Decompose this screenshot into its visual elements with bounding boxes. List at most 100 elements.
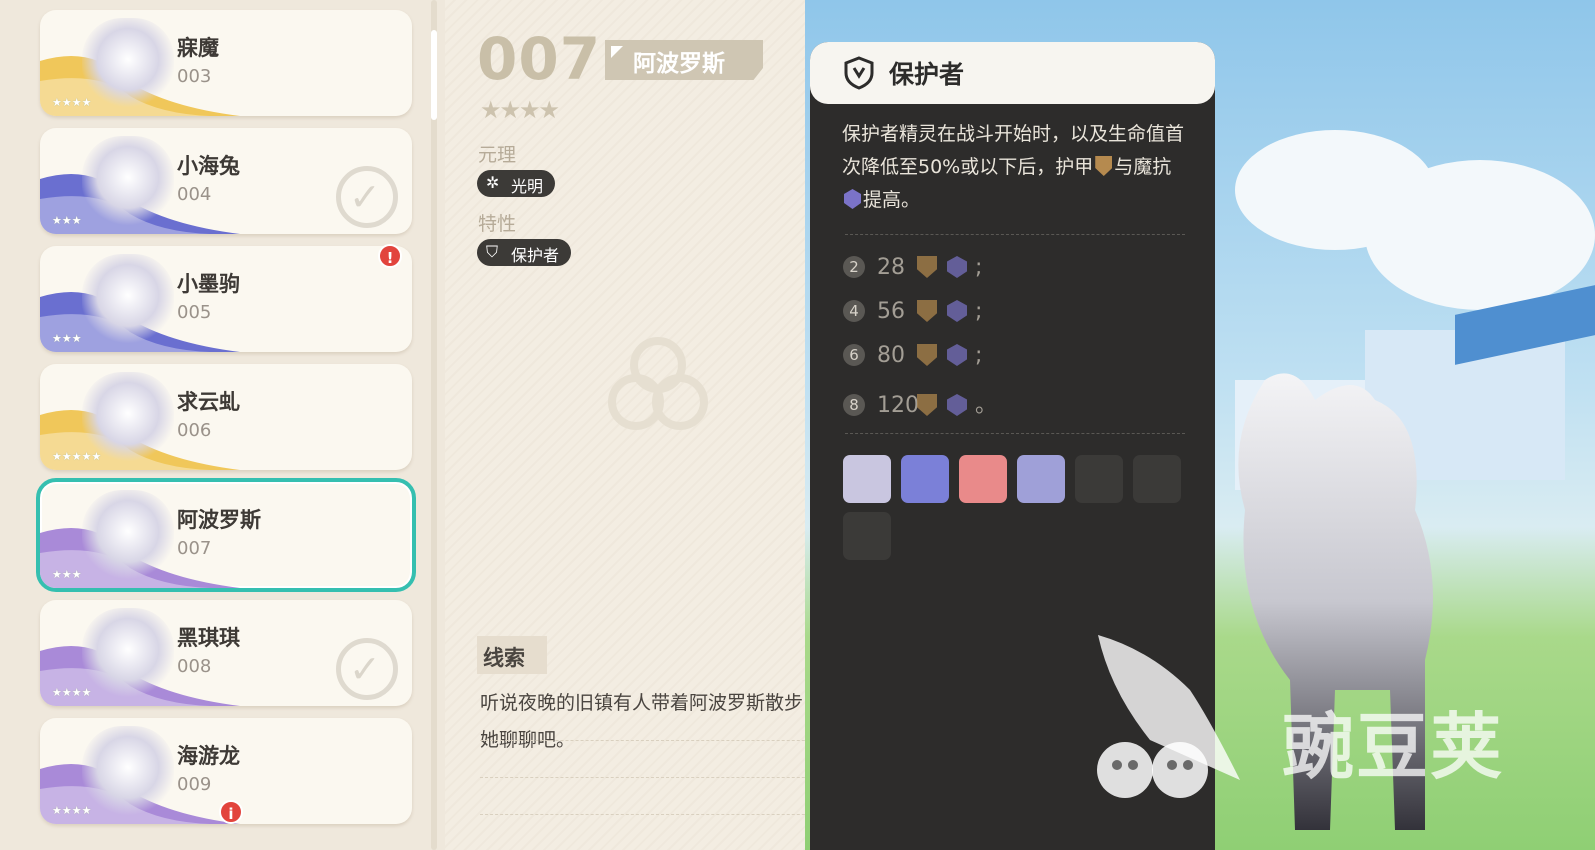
creature-name: 小海兔 [177, 154, 240, 178]
list-scrollbar[interactable] [431, 0, 437, 850]
creature-number: 008 [177, 656, 212, 677]
armor-icon [917, 300, 937, 322]
list-scrollbar-thumb[interactable] [431, 30, 437, 120]
member-thumbnail[interactable] [1017, 455, 1065, 503]
cloud [1365, 160, 1595, 310]
clue-divider [480, 777, 840, 778]
tooltip-divider [845, 433, 1185, 434]
tier-value: 120 [877, 393, 919, 418]
creature-name: 寐魔 [177, 36, 219, 60]
trait-value: 保护者 [511, 246, 560, 265]
tooltip-divider [845, 234, 1185, 235]
tier-count: 8 [843, 394, 865, 416]
magic-resist-icon [947, 256, 967, 278]
tier-count: 2 [843, 256, 865, 278]
tooltip-header [810, 42, 1215, 104]
light-icon: ✲ [486, 173, 500, 192]
element-value: 光明 [511, 177, 544, 196]
desc-text: 与魔抗 [1114, 156, 1172, 178]
tier-value: 56 [877, 299, 905, 324]
trait-label: 特性 [478, 213, 517, 235]
creature-card[interactable]: ★★★★ 寐魔 003 [40, 10, 412, 116]
clue-title: 线索 [477, 636, 547, 674]
card-stars: ★★★ [52, 332, 82, 345]
creature-name: 海游龙 [177, 744, 240, 768]
tier-count: 4 [843, 300, 865, 322]
tooltip-title: 保护者 [889, 60, 965, 89]
card-stars: ★★★★ [52, 96, 92, 109]
magic-resist-icon [844, 189, 861, 209]
collected-check-icon: ✓ [336, 166, 398, 228]
collected-check-icon: ✓ [336, 638, 398, 700]
magic-resist-icon [947, 394, 967, 416]
creature-name: 求云虬 [177, 390, 240, 414]
member-thumbnail[interactable] [1133, 455, 1181, 503]
creature-card[interactable]: ★★★★★ 求云虬 006 [40, 364, 412, 470]
creature-portrait [82, 254, 174, 346]
creature-card[interactable]: ★★★ 小墨驹 005 [40, 246, 412, 352]
desc-text: 提高。 [863, 189, 921, 211]
trait-pill[interactable]: ⛉ 保护者 [477, 239, 572, 266]
watermark-text: 豌豆荚 [1282, 705, 1505, 789]
card-stars: ★★★★★ [52, 450, 102, 463]
emblem-watermark-icon [608, 337, 708, 430]
creature-card[interactable]: ★★★★ 黑琪琪 008 ✓ [40, 600, 412, 706]
member-thumbnail[interactable] [843, 455, 891, 503]
creature-name: 阿波罗斯 [177, 508, 261, 532]
member-thumbnail[interactable] [1075, 455, 1123, 503]
info-badge-icon[interactable]: i [219, 800, 243, 824]
armor-icon [917, 394, 937, 416]
clue-divider [480, 814, 840, 815]
element-label: 元理 [478, 144, 517, 166]
member-thumbnail[interactable] [901, 455, 949, 503]
element-pill[interactable]: ✲ 光明 [477, 170, 556, 197]
card-stars: ★★★★ [52, 686, 92, 699]
creature-number: 007 [177, 538, 212, 559]
card-stars: ★★★ [52, 214, 82, 227]
tier-value: 28 [877, 255, 905, 280]
tier-end: ; [975, 255, 983, 280]
creature-card[interactable]: ★★★ 小海兔 004 ✓ [40, 128, 412, 234]
tier-end: ; [975, 299, 983, 324]
creature-portrait [82, 136, 174, 228]
creature-card[interactable]: ★★★ 阿波罗斯 007 [36, 478, 416, 592]
watermark-logo-icon [1097, 635, 1240, 798]
creature-portrait [82, 726, 174, 818]
armor-icon [1095, 156, 1113, 176]
creature-number: 007 [477, 25, 602, 93]
card-stars: ★★★★ [52, 804, 92, 817]
clue-text: 听说夜晚的旧镇有人带着阿波罗斯散步，去找她聊聊吧。 [480, 692, 861, 751]
armor-icon [917, 256, 937, 278]
creature-portrait [82, 490, 174, 582]
creature-name-tag: 阿波罗斯 [605, 40, 763, 80]
alert-badge-icon[interactable]: ! [378, 244, 402, 268]
tier-end: ; [975, 343, 983, 368]
magic-resist-icon [947, 300, 967, 322]
armor-icon [917, 344, 937, 366]
creature-number: 004 [177, 184, 212, 205]
magic-resist-icon [947, 344, 967, 366]
card-stars: ★★★ [52, 568, 82, 581]
member-thumbnail[interactable] [959, 455, 1007, 503]
tier-row: 4 56; [843, 299, 982, 329]
rarity-stars: ★★★★ [480, 96, 560, 124]
shield-icon: ⛉ [486, 242, 499, 261]
tier-row: 2 28; [843, 255, 982, 285]
tier-row: 6 80; [843, 343, 982, 373]
creature-name: 小墨驹 [177, 272, 240, 296]
tier-end: 。 [975, 393, 998, 418]
shield-icon [844, 56, 874, 90]
creature-portrait [82, 608, 174, 700]
creature-number: 005 [177, 302, 212, 323]
tier-value: 80 [877, 343, 905, 368]
member-thumbnail[interactable] [843, 512, 891, 560]
creature-number: 006 [177, 420, 212, 441]
tooltip-description: 保护者精灵在战斗开始时，以及生命值首次降低至50%或以下后，护甲 与魔抗提高。 [842, 118, 1192, 217]
creature-number: 003 [177, 66, 212, 87]
creature-name: 黑琪琪 [177, 626, 240, 650]
creature-number: 009 [177, 774, 212, 795]
clue-divider [480, 740, 840, 741]
tier-row: 8 120 。 [843, 387, 998, 418]
creature-portrait [82, 18, 174, 110]
tier-count: 6 [843, 344, 865, 366]
